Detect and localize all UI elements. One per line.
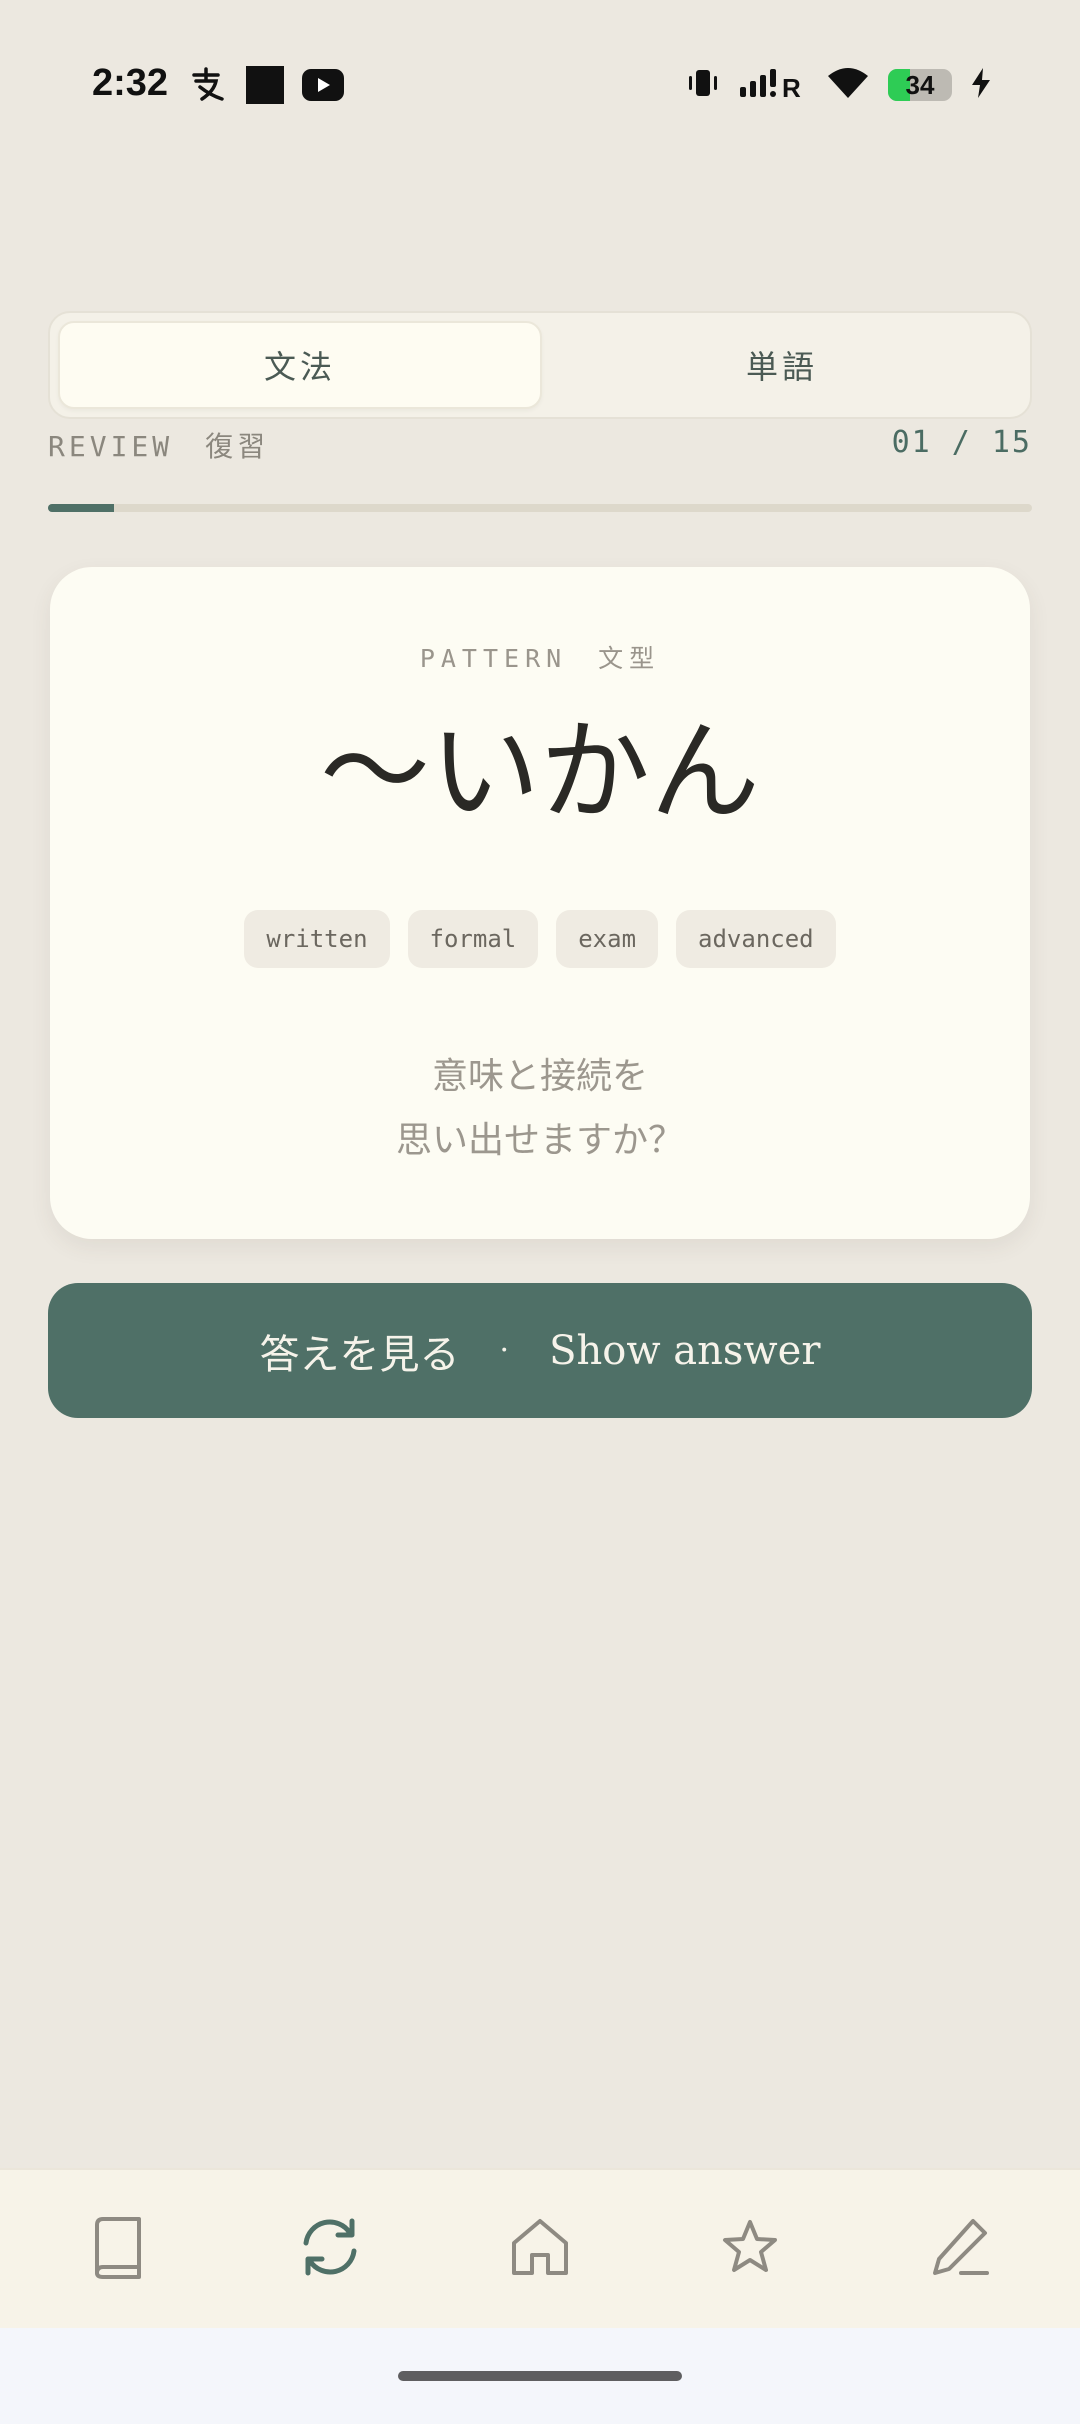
status-left-icons — [188, 66, 344, 108]
review-label: REVIEW 復習 — [48, 430, 270, 463]
home-gesture-handle[interactable] — [398, 2371, 682, 2381]
tab-grammar[interactable]: 文法 — [58, 321, 542, 409]
nav-item-home[interactable] — [480, 2189, 600, 2309]
tag-exam: exam — [556, 910, 659, 968]
status-bar: 2:32 R 34 — [0, 0, 1080, 150]
battery-icon: 34 — [888, 69, 952, 101]
nav-item-notes[interactable] — [901, 2189, 1021, 2309]
alipay-icon — [188, 67, 228, 107]
status-right-icons: R 34 — [686, 66, 992, 104]
review-count: 01 / 15 — [891, 425, 1032, 460]
bottom-nav — [0, 2168, 1080, 2328]
vibrate-icon — [686, 67, 720, 103]
card-prompt-line-1: 意味と接続を — [431, 1056, 648, 1097]
review-progress-bar — [48, 504, 1032, 512]
tag-formal: formal — [407, 910, 539, 968]
status-time: 2:32 — [92, 62, 169, 104]
pencil-icon — [929, 2215, 993, 2283]
nav-item-library[interactable] — [59, 2189, 179, 2309]
book-icon — [89, 2215, 149, 2283]
tag-written: written — [244, 910, 390, 968]
flashcard[interactable]: PATTERN 文型 〜いかん written formal exam adva… — [50, 567, 1030, 1239]
nav-item-review[interactable] — [270, 2189, 390, 2309]
card-prompt-line-2: 思い出せますか？ — [395, 1120, 684, 1161]
show-answer-jp-label: 答えを見る — [259, 1331, 460, 1378]
review-progress-fill — [48, 504, 114, 512]
tag-advanced: advanced — [676, 910, 836, 968]
card-prompt: 意味と接続を 思い出せますか？ — [50, 1045, 1030, 1173]
tab-vocabulary[interactable]: 単語 — [542, 321, 1022, 409]
charging-icon — [970, 67, 992, 103]
gesture-area — [0, 2328, 1080, 2424]
wifi-icon — [826, 66, 870, 104]
mode-tabs: 文法 単語 — [48, 311, 1032, 419]
home-icon — [508, 2215, 572, 2283]
card-label: PATTERN 文型 — [419, 644, 661, 673]
refresh-icon — [298, 2215, 362, 2283]
battery-level: 34 — [905, 69, 935, 100]
tag-list: written formal exam advanced — [50, 910, 1030, 968]
signal-icon: R — [738, 67, 808, 103]
show-answer-en-label: Show answer — [549, 1327, 821, 1374]
show-answer-separator: · — [499, 1333, 510, 1368]
grammar-pattern: 〜いかん — [320, 708, 760, 836]
show-answer-button[interactable]: 答えを見る · Show answer — [48, 1283, 1032, 1418]
star-icon — [720, 2217, 780, 2281]
svg-text:R: R — [782, 73, 801, 99]
nav-item-favorites[interactable] — [690, 2189, 810, 2309]
youtube-icon — [302, 69, 344, 105]
square-notification-icon — [246, 66, 284, 108]
